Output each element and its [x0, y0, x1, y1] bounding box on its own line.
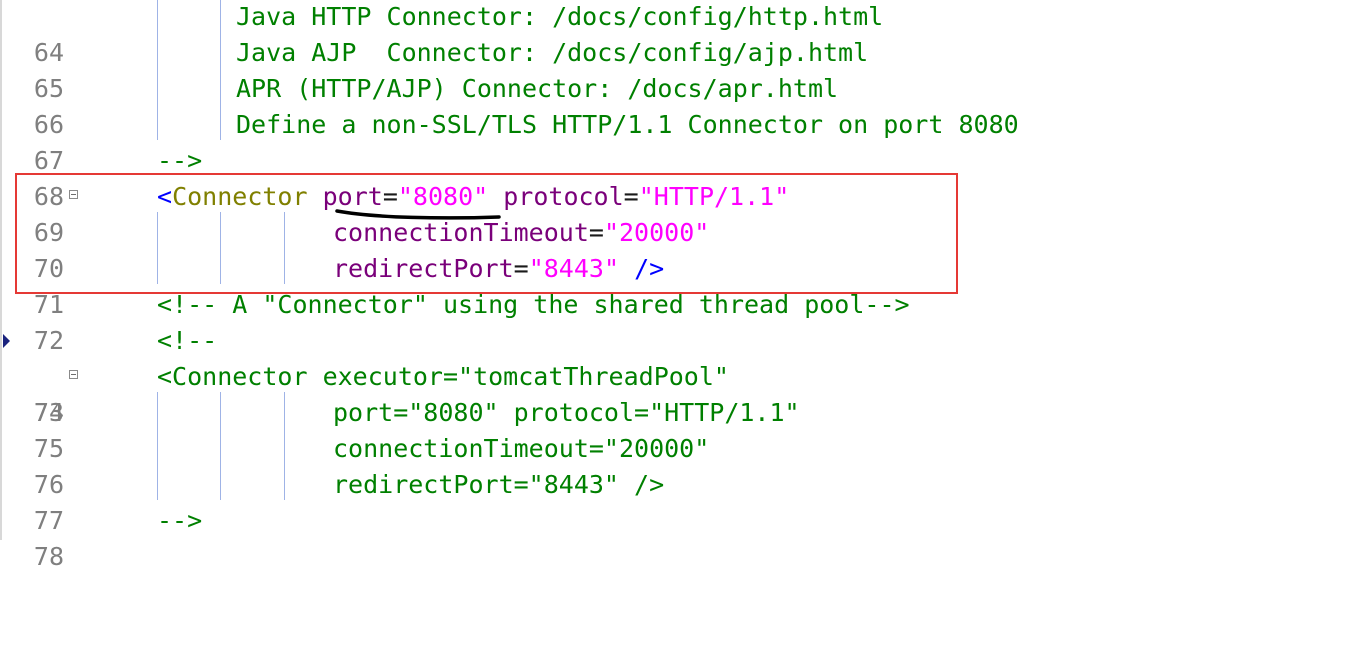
collapse-minus-box-icon[interactable] — [69, 370, 78, 379]
comment-text: Java AJP Connector: /docs/config/ajp.htm… — [236, 38, 869, 67]
code-line[interactable]: 74 <Connector executor="tomcatThreadPool… — [0, 359, 1362, 427]
comment-text: Define a non-SSL/TLS HTTP/1.1 Connector … — [236, 110, 1019, 139]
bookmark-arrow-icon[interactable] — [3, 334, 10, 348]
code-line[interactable]: 73 <!-- — [0, 323, 1362, 427]
highlight-box — [15, 173, 958, 294]
comment-text: <Connector executor="tomcatThreadPool" — [157, 362, 729, 391]
code-editor[interactable]: 64 Java HTTP Connector: /docs/config/htt… — [0, 0, 1362, 571]
line-number: 78 — [33, 542, 64, 571]
comment-text: connectionTimeout="20000" — [333, 434, 710, 463]
comment-close: --> — [157, 506, 203, 535]
code-line[interactable]: 67 Define a non-SSL/TLS HTTP/1.1 Connect… — [0, 107, 1362, 175]
code-line[interactable]: 66 APR (HTTP/AJP) Connector: /docs/apr.h… — [0, 71, 1362, 139]
code-line[interactable]: 76 connectionTimeout="20000" — [0, 431, 1362, 499]
code-line[interactable]: 75 port="8080" protocol="HTTP/1.1" — [0, 395, 1362, 463]
comment-text: port="8080" protocol="HTTP/1.1" — [333, 398, 800, 427]
comment-text: Java HTTP Connector: /docs/config/http.h… — [236, 2, 884, 31]
code-line[interactable]: 78 --> — [0, 503, 1362, 571]
comment-text: redirectPort="8443" /> — [333, 470, 665, 499]
code-line[interactable]: 64 Java HTTP Connector: /docs/config/htt… — [0, 0, 1362, 67]
comment-text: APR (HTTP/AJP) Connector: /docs/apr.html — [236, 74, 839, 103]
code-line[interactable]: 77 redirectPort="8443" /> — [0, 467, 1362, 535]
comment-open: <!-- — [157, 326, 218, 355]
code-line[interactable]: 65 Java AJP Connector: /docs/config/ajp.… — [0, 35, 1362, 103]
handdrawn-underline — [335, 209, 501, 220]
